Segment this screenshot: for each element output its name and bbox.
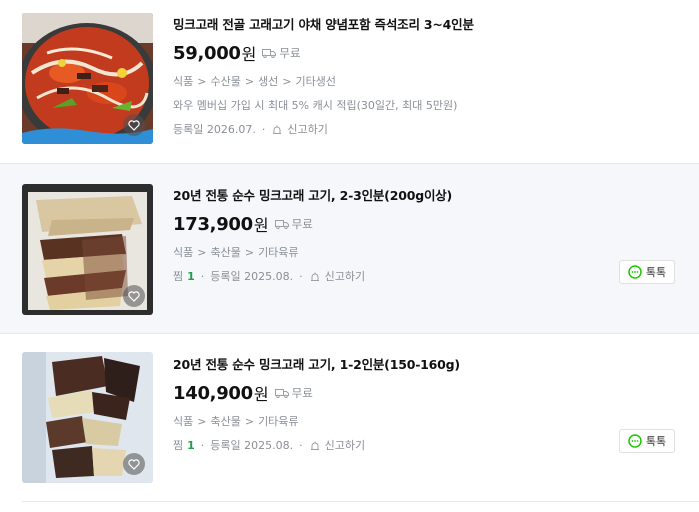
favorite-count: 1 [187,439,195,452]
product-item[interactable]: 20년 전통 순수 밍크고래 고기, 2-3인분(200g이상) 173,900… [0,163,699,334]
wishlist-heart-icon[interactable] [123,114,145,136]
product-price: 59,000 [173,42,241,64]
wishlist-heart-icon[interactable] [123,453,145,475]
shipping-info: 무료 [274,385,313,401]
shipping-info: 무료 [262,45,301,61]
favorite-count: 1 [187,270,195,283]
meta-separator: · [299,270,303,283]
list-divider [22,501,699,502]
category-level-3[interactable]: 생선 [258,75,278,88]
meta-separator: · [200,439,205,452]
talktalk-label: 톡톡 [645,435,667,448]
category-level-1[interactable]: 식품 [173,75,193,88]
breadcrumb-separator: > [244,246,255,259]
category-breadcrumb: 식품 > 축산물 > 기타육류 [173,414,679,430]
talktalk-label: 톡톡 [645,266,667,279]
product-title[interactable]: 20년 전통 순수 밍크고래 고기, 2-3인분(200g이상) [173,187,679,205]
truck-icon [274,220,289,229]
bell-icon [310,272,319,281]
report-link[interactable]: 신고하기 [309,438,365,454]
wishlist-heart-icon[interactable] [123,285,145,307]
product-item[interactable]: 20년 전통 순수 밍크고래 고기, 1-2인분(150-160g) 140,9… [0,334,699,504]
report-label: 신고하기 [287,123,328,136]
category-level-1[interactable]: 식품 [173,415,193,428]
talktalk-button[interactable]: 톡톡 [619,429,675,453]
meta-separator: · [200,270,205,283]
breadcrumb-separator: > [197,246,207,259]
shipping-info: 무료 [274,216,313,232]
truck-icon [262,49,277,58]
product-price: 173,900 [173,213,253,235]
product-info: 밍크고래 전골 고래고기 야채 양념포함 즉석조리 3~4인분 59,000 원… [173,16,679,138]
category-level-1[interactable]: 식품 [173,246,193,259]
registration-date: 등록일 2025.08. [210,439,294,452]
breadcrumb-separator: > [197,75,207,88]
registration-date: 등록일 2026.07. [173,123,256,136]
product-thumbnail[interactable] [22,184,153,315]
report-label: 신고하기 [324,270,366,283]
product-thumbnail[interactable] [22,352,153,483]
breadcrumb-separator: > [197,415,207,428]
category-breadcrumb: 식품 > 축산물 > 기타육류 [173,245,679,261]
currency-unit: 원 [253,385,269,404]
favorite-label: 찜 [173,439,184,452]
talk-bubble-icon [628,434,642,448]
meta-separator: · [261,123,266,136]
truck-icon [274,389,289,398]
bell-icon [273,125,282,134]
report-link[interactable]: 신고하기 [309,269,365,285]
breadcrumb-separator: > [282,75,292,88]
product-thumbnail[interactable] [22,13,153,144]
bell-icon [310,441,319,450]
report-link[interactable]: 신고하기 [271,122,328,138]
talktalk-button[interactable]: 톡톡 [619,260,675,284]
product-title[interactable]: 밍크고래 전골 고래고기 야채 양념포함 즉석조리 3~4인분 [173,16,679,34]
report-label: 신고하기 [324,439,366,452]
product-meta: 찜 1 · 등록일 2025.08. · 신고하기 [173,438,679,454]
favorite-label: 찜 [173,270,184,283]
category-breadcrumb: 식품 > 수산물 > 생선 > 기타생선 [173,74,679,90]
breadcrumb-separator: > [244,75,255,88]
category-level-2[interactable]: 축산물 [210,415,240,428]
price-row: 173,900 원 무료 [173,211,679,237]
membership-promo: 와우 멤버십 가입 시 최대 5% 캐시 적립(30일간, 최대 5만원) [173,99,458,112]
product-info: 20년 전통 순수 밍크고래 고기, 1-2인분(150-160g) 140,9… [173,356,679,454]
product-meta: 등록일 2026.07. · 신고하기 [173,122,679,138]
price-row: 140,900 원 무료 [173,380,679,406]
category-level-3[interactable]: 기타육류 [258,246,298,259]
shipping-label: 무료 [291,386,313,400]
product-item[interactable]: 밍크고래 전골 고래고기 야채 양념포함 즉석조리 3~4인분 59,000 원… [0,0,699,152]
currency-unit: 원 [241,45,257,64]
meta-separator: · [299,439,303,452]
product-meta: 찜 1 · 등록일 2025.08. · 신고하기 [173,269,679,285]
shipping-label: 무료 [279,46,301,60]
product-list: 밍크고래 전골 고래고기 야채 양념포함 즉석조리 3~4인분 59,000 원… [0,0,699,512]
product-price: 140,900 [173,382,253,404]
talk-bubble-icon [628,265,642,279]
category-level-4[interactable]: 기타생선 [296,75,336,88]
registration-date: 등록일 2025.08. [210,270,294,283]
price-row: 59,000 원 무료 [173,40,679,66]
breadcrumb-separator: > [244,415,255,428]
category-level-2[interactable]: 수산물 [210,75,240,88]
product-title[interactable]: 20년 전통 순수 밍크고래 고기, 1-2인분(150-160g) [173,356,679,374]
category-level-3[interactable]: 기타육류 [258,415,298,428]
category-level-2[interactable]: 축산물 [210,246,240,259]
product-info: 20년 전통 순수 밍크고래 고기, 2-3인분(200g이상) 173,900… [173,187,679,285]
currency-unit: 원 [253,216,269,235]
shipping-label: 무료 [291,217,313,231]
